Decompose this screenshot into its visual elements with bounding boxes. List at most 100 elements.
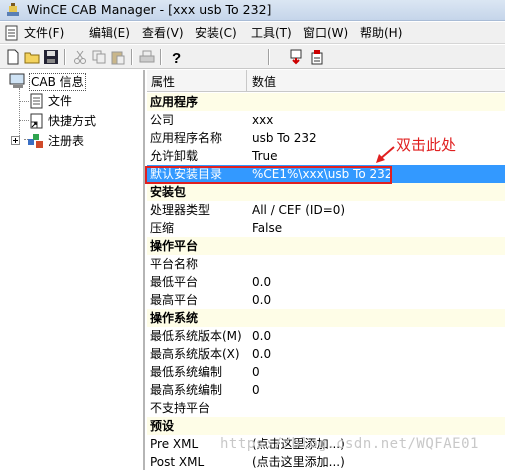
property-row[interactable]: 最高系统版本(X) 0.0 [147, 345, 505, 363]
property-value[interactable]: 0.0 [252, 274, 271, 290]
shortcut-icon [30, 113, 43, 129]
print-button[interactable] [137, 47, 157, 67]
column-divider[interactable] [246, 70, 247, 92]
toolbar-separator [268, 49, 270, 65]
annotation-arrow-icon [376, 146, 395, 163]
property-name: 最低系统编制 [150, 365, 223, 379]
property-row[interactable]: 最高系统编制 0 [147, 381, 505, 399]
property-row[interactable]: 最低系统编制 0 [147, 363, 505, 381]
category-label: 操作平台 [150, 239, 199, 253]
app-icon [7, 3, 19, 16]
save-button[interactable] [41, 47, 61, 67]
property-name: 最高系统版本(X) [150, 347, 240, 361]
menu-tools[interactable]: 工具(T) [251, 25, 292, 41]
mdi-document-icon [5, 25, 18, 41]
property-value[interactable]: False [252, 220, 282, 236]
property-name: 最高系统编制 [150, 383, 223, 397]
copy-icon [92, 50, 106, 64]
menu-help[interactable]: 帮助(H) [360, 25, 402, 41]
property-value[interactable]: 0 [252, 364, 260, 380]
build-icon [290, 49, 302, 65]
new-button[interactable] [3, 47, 23, 67]
window-title: WinCE CAB Manager - [xxx usb To 232] [27, 2, 272, 17]
cut-button[interactable] [70, 47, 90, 67]
export-button[interactable] [307, 47, 327, 67]
property-row[interactable]: Post XML (点击这里添加...) [147, 453, 505, 470]
menu-window[interactable]: 窗口(W) [303, 25, 348, 41]
property-value[interactable]: All / CEF (ID=0) [252, 202, 345, 218]
print-icon [139, 50, 155, 63]
property-row[interactable]: 公司 xxx [147, 111, 505, 129]
property-value[interactable]: usb To 232 [252, 130, 317, 146]
property-value[interactable]: True [252, 148, 278, 164]
property-row[interactable]: 最低系统版本(M) 0.0 [147, 327, 505, 345]
toolbar-separator [131, 49, 133, 65]
help-button[interactable]: ? [166, 47, 186, 67]
property-row[interactable]: 不支持平台 [147, 399, 505, 417]
category-row: 操作系统 [147, 309, 505, 327]
highlight-annotation-box [145, 166, 392, 184]
property-value[interactable]: (点击这里添加...) [252, 454, 345, 470]
tree-label-root: CAB 信息 [29, 73, 86, 91]
tree-item-cab-info[interactable]: CAB 信息 [0, 72, 140, 91]
property-value[interactable]: xxx [252, 112, 273, 128]
column-header-property[interactable]: 属性 [151, 73, 175, 90]
property-name: 最低平台 [150, 275, 199, 289]
category-row: 应用程序 [147, 93, 505, 111]
property-value[interactable]: 0.0 [252, 328, 271, 344]
expand-plus-icon [11, 136, 20, 145]
paste-button[interactable] [108, 47, 128, 67]
annotation-text: 双击此处 [396, 136, 457, 154]
grid-header: 属性 数值 [147, 70, 505, 92]
property-row[interactable]: 最低平台 0.0 [147, 273, 505, 291]
tree-item-registry[interactable]: 注册表 [0, 132, 140, 150]
export-icon [311, 50, 323, 65]
category-row: 操作平台 [147, 237, 505, 255]
document-icon [30, 93, 43, 109]
registry-icon [28, 134, 43, 148]
category-label: 操作系统 [150, 311, 199, 325]
property-value[interactable]: 0 [252, 382, 260, 398]
property-name: 允许卸载 [150, 149, 199, 163]
property-name: 压缩 [150, 221, 175, 235]
help-icon: ? [172, 50, 181, 65]
menu-install[interactable]: 安装(C) [195, 25, 237, 41]
save-icon [44, 50, 58, 64]
property-name: 公司 [150, 113, 175, 127]
property-name: 不支持平台 [150, 401, 211, 415]
menu-bar: 文件(F) 编辑(E) 查看(V) 安装(C) 工具(T) 窗口(W) 帮助(H… [0, 22, 505, 44]
menu-edit[interactable]: 编辑(E) [89, 25, 130, 41]
copy-button[interactable] [89, 47, 109, 67]
property-name: Post XML [150, 455, 205, 469]
property-name: 最高平台 [150, 293, 199, 307]
toolbar: ? [0, 45, 505, 69]
tree-label-registry: 注册表 [48, 134, 85, 148]
property-name: 最低系统版本(M) [150, 329, 242, 343]
build-button[interactable] [286, 47, 306, 67]
new-icon [7, 49, 19, 65]
property-row[interactable]: 处理器类型 All / CEF (ID=0) [147, 201, 505, 219]
property-value[interactable]: 0.0 [252, 292, 271, 308]
toolbar-separator [160, 49, 162, 65]
column-header-value[interactable]: 数值 [252, 73, 276, 90]
property-value[interactable]: 0.0 [252, 346, 271, 362]
open-icon [24, 52, 40, 64]
tree-label-files: 文件 [48, 94, 73, 108]
category-row: 安装包 [147, 183, 505, 201]
computer-icon [9, 73, 25, 88]
toolbar-separator [64, 49, 66, 65]
title-bar: WinCE CAB Manager - [xxx usb To 232] [0, 0, 505, 21]
menu-file[interactable]: 文件(F) [24, 25, 64, 41]
property-row[interactable]: 平台名称 [147, 255, 505, 273]
property-row[interactable]: 最高平台 0.0 [147, 291, 505, 309]
tree-item-files[interactable]: 文件 [0, 92, 140, 110]
open-button[interactable] [22, 47, 42, 67]
property-name: Pre XML [150, 437, 199, 451]
category-label: 安装包 [150, 185, 187, 199]
tree-item-shortcuts[interactable]: 快捷方式 [0, 112, 140, 130]
menu-view[interactable]: 查看(V) [142, 25, 184, 41]
cut-icon [74, 50, 86, 64]
svg-text:?: ? [172, 50, 181, 65]
tree-panel: CAB 信息 文件 快捷方式 注册表 [0, 70, 145, 470]
property-row[interactable]: 压缩 False [147, 219, 505, 237]
